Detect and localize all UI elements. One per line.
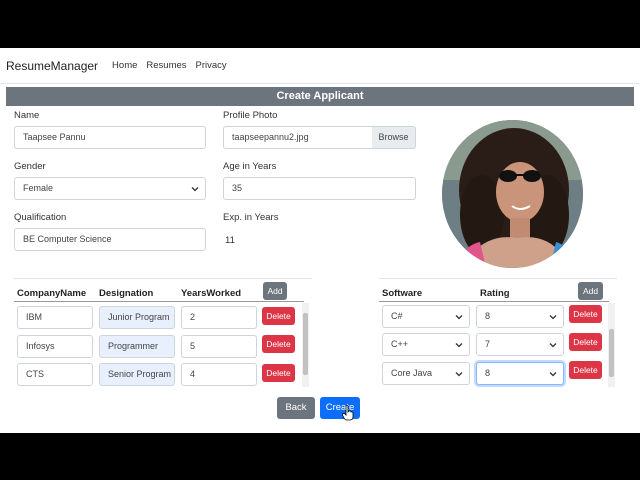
delete-skill-button[interactable]: Delete xyxy=(569,361,602,379)
add-experience-button[interactable]: Add xyxy=(263,282,287,300)
chevron-down-icon xyxy=(549,315,557,320)
chevron-down-icon xyxy=(191,187,199,192)
photo-file-input[interactable]: taapseepannu2.jpg xyxy=(223,126,373,149)
back-button[interactable]: Back xyxy=(277,397,315,419)
designation-input[interactable]: Senior Program xyxy=(99,363,175,386)
software-value: C++ xyxy=(391,339,409,349)
software-value: C# xyxy=(391,311,403,321)
col-yearsworked: YearsWorked xyxy=(181,288,242,299)
col-designation: Designation xyxy=(99,288,154,299)
skills-header-divider xyxy=(379,301,609,302)
rating-value: 7 xyxy=(485,339,491,349)
years-input[interactable]: 4 xyxy=(181,363,257,386)
qualification-input[interactable]: BE Computer Science xyxy=(14,228,206,251)
rating-value: 8 xyxy=(485,368,491,378)
company-input[interactable]: CTS xyxy=(17,363,93,386)
navbar: ResumeManager Home Resumes Privacy xyxy=(0,48,640,84)
name-input[interactable]: Taapsee Pannu xyxy=(14,126,206,149)
software-select[interactable]: Core Java xyxy=(382,362,470,385)
delete-experience-button[interactable]: Delete xyxy=(262,307,295,325)
experience-scroll-thumb[interactable] xyxy=(303,313,308,375)
chevron-down-icon xyxy=(455,343,463,348)
software-select[interactable]: C# xyxy=(382,305,470,328)
exp-label: Exp. in Years xyxy=(223,212,279,223)
col-software: Software xyxy=(382,288,423,299)
create-button[interactable]: Create xyxy=(320,397,360,419)
experience-header-divider xyxy=(14,301,304,302)
chevron-down-icon xyxy=(455,372,463,377)
delete-experience-button[interactable]: Delete xyxy=(262,364,295,382)
exp-value: 11 xyxy=(225,235,235,246)
qualification-label: Qualification xyxy=(14,212,67,223)
age-input[interactable]: 35 xyxy=(223,177,416,200)
col-rating: Rating xyxy=(480,288,510,299)
photo-label: Profile Photo xyxy=(223,110,278,121)
company-input[interactable]: IBM xyxy=(17,306,93,329)
gender-select[interactable]: Female xyxy=(14,177,206,200)
rating-select[interactable]: 8 xyxy=(476,305,564,328)
age-label: Age in Years xyxy=(223,161,277,172)
hand-cursor-icon xyxy=(342,405,354,421)
rating-value: 8 xyxy=(485,311,491,321)
software-select[interactable]: C++ xyxy=(382,333,470,356)
add-skill-button[interactable]: Add xyxy=(578,282,603,300)
nav-home[interactable]: Home xyxy=(112,60,137,71)
col-companyname: CompanyName xyxy=(17,288,87,299)
delete-experience-button[interactable]: Delete xyxy=(262,335,295,353)
rating-select[interactable]: 8 xyxy=(476,362,564,385)
nav-resumes[interactable]: Resumes xyxy=(146,60,186,71)
profile-photo xyxy=(442,120,583,268)
designation-input[interactable]: Junior Program xyxy=(99,306,175,329)
chevron-down-icon xyxy=(549,343,557,348)
rating-select[interactable]: 7 xyxy=(476,333,564,356)
experience-scrollbar[interactable] xyxy=(302,303,309,387)
years-input[interactable]: 5 xyxy=(181,335,257,358)
form-title: Create Applicant xyxy=(6,87,634,106)
brand-link[interactable]: ResumeManager xyxy=(6,59,98,73)
browse-button[interactable]: Browse xyxy=(372,126,416,149)
designation-input[interactable]: Programmer xyxy=(99,335,175,358)
nav-privacy[interactable]: Privacy xyxy=(196,60,227,71)
skills-scrollbar[interactable] xyxy=(608,303,615,387)
skills-scroll-thumb[interactable] xyxy=(609,329,614,377)
delete-skill-button[interactable]: Delete xyxy=(569,305,602,323)
gender-label: Gender xyxy=(14,161,46,172)
chevron-down-icon xyxy=(549,372,557,377)
software-value: Core Java xyxy=(391,368,433,378)
delete-skill-button[interactable]: Delete xyxy=(569,333,602,351)
company-input[interactable]: Infosys xyxy=(17,335,93,358)
name-label: Name xyxy=(14,110,40,121)
chevron-down-icon xyxy=(455,315,463,320)
gender-value: Female xyxy=(23,183,54,193)
years-input[interactable]: 2 xyxy=(181,306,257,329)
